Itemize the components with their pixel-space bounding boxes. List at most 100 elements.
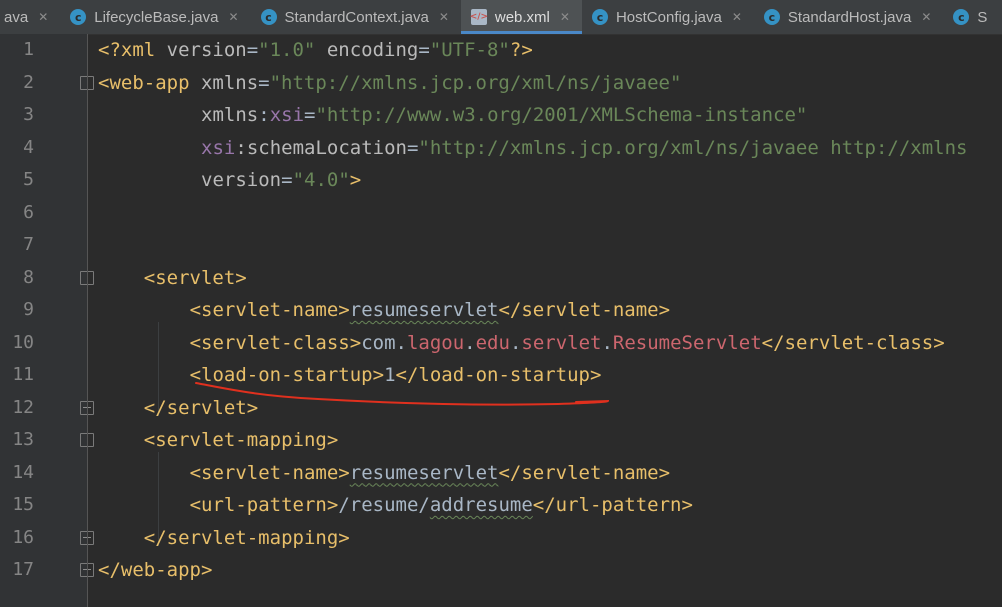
close-icon[interactable]: ✕ — [560, 10, 570, 24]
line-number: 13 — [12, 429, 34, 450]
code-token: ?> — [509, 39, 533, 61]
code-token: xsi — [269, 104, 305, 126]
code-token: /resume/ — [338, 494, 430, 516]
code-token: <servlet-mapping> — [143, 429, 339, 451]
code-token: </web-app> — [98, 559, 213, 581]
line-number: 15 — [12, 494, 34, 515]
code-token: xmlns — [200, 71, 259, 94]
code-token: </url-pattern> — [532, 494, 693, 516]
editor-tab-bar: ava ✕ c LifecycleBase.java ✕ c StandardContext… — [0, 0, 1002, 35]
code-token: edu — [475, 331, 510, 354]
code-token: resumeservlet — [349, 461, 499, 484]
line-number: 6 — [23, 201, 34, 223]
tab-s[interactable]: cS — [943, 0, 999, 34]
code-token: "http://xmlns.jcp.org/xml/ns/javaee" — [269, 71, 682, 94]
code-token: <servlet-name> — [189, 461, 350, 484]
tab-label: ava — [4, 8, 29, 26]
tab-standardhost-java[interactable]: c StandardHost.java ✕ — [754, 0, 943, 34]
code-token: <url-pattern> — [189, 494, 339, 516]
code-token: : — [258, 104, 270, 126]
code-token: = — [304, 104, 316, 126]
code-line[interactable]: <web-app xmlns="http://xmlns.jcp.org/xml… — [98, 67, 681, 100]
close-icon[interactable]: ✕ — [921, 10, 931, 24]
code-token: "UTF-8" — [429, 39, 510, 61]
code-line[interactable]: version="4.0"> — [201, 164, 361, 197]
code-token: <load-on-startup> — [189, 364, 385, 386]
tab-hostconfig-java[interactable]: c HostConfig.java ✕ — [582, 0, 754, 34]
xml-file-icon: </> — [470, 9, 488, 25]
tab-label: StandardContext.java — [284, 8, 429, 26]
code-line[interactable]: </web-app> — [98, 554, 212, 587]
code-token: version — [201, 169, 282, 191]
code-token: <servlet> — [143, 266, 247, 289]
code-line[interactable]: <?xml version="1.0" encoding="UTF-8"?> — [98, 34, 533, 67]
code-token: . — [601, 331, 613, 354]
class-icon: c — [591, 9, 608, 25]
code-line[interactable]: <servlet-name>resumeservlet</servlet-nam… — [190, 294, 670, 327]
line-number: 9 — [23, 299, 34, 320]
code-token: resumeservlet — [349, 299, 499, 321]
tab-label: web.xml — [494, 8, 550, 26]
line-number: 2 — [23, 71, 34, 93]
code-token: servlet — [521, 331, 602, 354]
code-token: . — [509, 331, 522, 354]
code-line[interactable]: <servlet-class>com.lagou.edu.servlet.Res… — [190, 327, 945, 360]
code-token: xsi — [201, 136, 236, 159]
close-icon[interactable]: ✕ — [732, 10, 742, 24]
code-token: lagou — [406, 331, 465, 354]
code-line[interactable]: <servlet> — [144, 262, 247, 295]
tab-label: LifecycleBase.java — [94, 8, 219, 26]
code-token: = — [246, 39, 259, 61]
code-token: </servlet-name> — [498, 299, 671, 321]
code-line[interactable]: <load-on-startup>1</load-on-startup> — [190, 359, 602, 392]
code-token: ResumeServlet — [612, 331, 762, 354]
code-token: "http://www.w3.org/2001/XMLSchema-instan… — [315, 104, 808, 126]
line-number: 5 — [23, 169, 34, 190]
line-number: 8 — [23, 266, 34, 288]
code-line[interactable]: </servlet> — [144, 392, 258, 425]
line-number: 16 — [12, 526, 34, 548]
code-token: </servlet-class> — [761, 331, 945, 354]
code-line[interactable]: <servlet-name>resumeservlet</servlet-nam… — [190, 457, 670, 490]
code-line[interactable]: </servlet-mapping> — [144, 522, 350, 555]
code-line[interactable]: <url-pattern>/resume/addresume</url-patt… — [190, 489, 693, 522]
tab-ava[interactable]: ava ✕ — [0, 0, 60, 34]
code-token: . — [464, 331, 476, 354]
code-token: > — [349, 169, 362, 191]
code-token: addresume — [429, 494, 533, 516]
tab-label: StandardHost.java — [787, 8, 912, 26]
code-token: 1 — [384, 364, 396, 386]
tab-label: HostConfig.java — [615, 8, 722, 26]
tab-web-xml[interactable]: </> web.xml ✕ — [460, 0, 583, 34]
tab-standardcontext-java[interactable]: c StandardContext.java ✕ — [251, 0, 461, 34]
close-icon[interactable]: ✕ — [228, 10, 238, 24]
code-token: <servlet-name> — [189, 299, 350, 321]
line-number: 10 — [12, 331, 34, 353]
code-token: xmlns — [201, 104, 259, 126]
code-token: </servlet> — [143, 396, 259, 419]
line-gutter: 1 2 3 4 5 6 7 8 9 10 11 12 13 14 15 16 17 — [0, 34, 94, 607]
code-line[interactable]: <servlet-mapping> — [144, 424, 338, 457]
close-icon[interactable]: ✕ — [439, 10, 449, 24]
code-editor[interactable]: <?xml version="1.0" encoding="UTF-8"?> <w… — [88, 34, 1002, 607]
line-number: 11 — [12, 364, 34, 385]
tab-lifecyclebase-java[interactable]: c LifecycleBase.java ✕ — [60, 0, 250, 34]
class-icon: c — [260, 9, 277, 25]
code-token: = — [418, 39, 430, 61]
code-token: = — [258, 71, 270, 94]
tab-label: S — [977, 8, 988, 26]
close-icon[interactable]: ✕ — [38, 10, 48, 24]
code-token: version — [166, 39, 247, 61]
code-token: <servlet-class> — [189, 331, 362, 354]
line-number: 1 — [23, 39, 34, 60]
class-icon: c — [953, 9, 970, 25]
code-token: </load-on-startup> — [395, 364, 602, 386]
code-line[interactable]: xsi:schemaLocation="http://xmlns.jcp.org… — [201, 132, 967, 165]
code-token: <web-app — [98, 71, 201, 94]
code-token: <?xml — [98, 39, 167, 61]
line-number: 4 — [23, 136, 34, 158]
code-line[interactable]: xmlns:xsi="http://www.w3.org/2001/XMLSch… — [201, 99, 807, 132]
code-token: = — [281, 169, 293, 191]
code-token: "4.0" — [292, 169, 350, 191]
